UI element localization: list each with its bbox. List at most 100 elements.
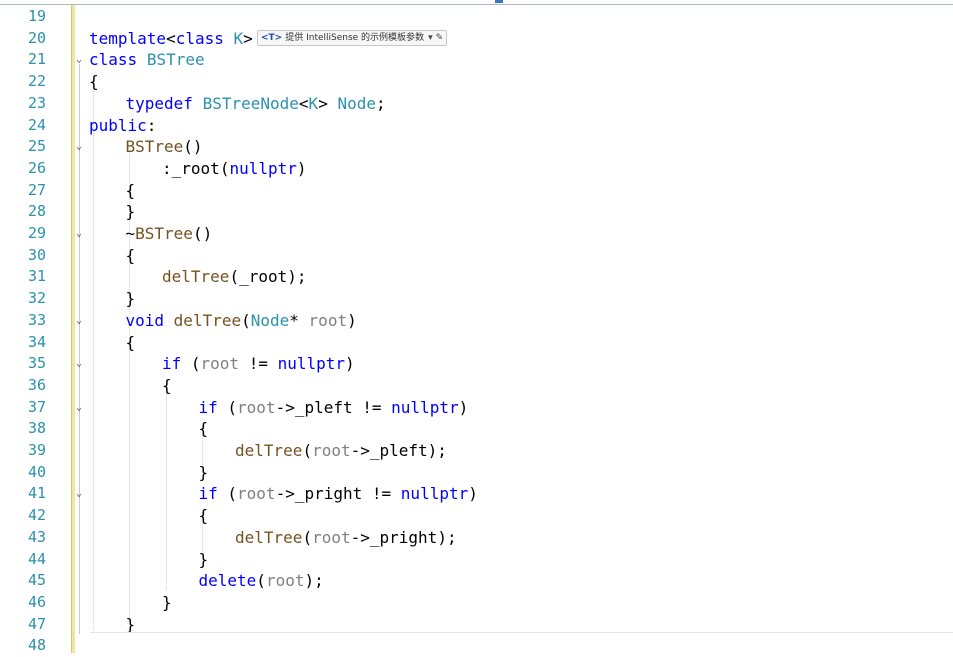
- code-line[interactable]: 28}: [0, 201, 953, 223]
- code-line[interactable]: 40}: [0, 462, 953, 484]
- code-line[interactable]: 22 {: [0, 71, 953, 93]
- code-line[interactable]: 44}: [0, 549, 953, 571]
- code-token-keyword: template: [89, 28, 167, 48]
- line-number: 41: [27, 484, 46, 503]
- pencil-icon[interactable]: ✎: [436, 33, 444, 43]
- code-line[interactable]: 42 {: [0, 505, 953, 527]
- code-text: {: [199, 505, 209, 527]
- code-line[interactable]: 33 ⌄ void delTree(Node* root): [0, 310, 953, 332]
- code-token-plain: ): [347, 310, 357, 330]
- code-text: BSTree(): [126, 136, 203, 158]
- code-line[interactable]: 30 {: [0, 245, 953, 267]
- fold-toggle-icon[interactable]: ⌄: [74, 397, 84, 419]
- line-number: 22: [27, 72, 46, 91]
- fold-toggle-icon[interactable]: ⌄: [74, 353, 84, 375]
- code-token-parameter: root: [237, 397, 276, 417]
- chevron-down-icon[interactable]: ▾: [428, 33, 433, 43]
- code-token-plain: {: [125, 245, 136, 265]
- code-token-keyword: delete: [198, 571, 257, 591]
- code-text: {: [126, 180, 136, 202]
- code-token-plain: }: [125, 202, 136, 222]
- code-token-plain: <: [298, 93, 309, 113]
- line-number: 24: [27, 115, 46, 134]
- code-text: {: [126, 245, 136, 267]
- code-token-type: Node: [250, 310, 290, 330]
- fold-toggle-icon[interactable]: ⌄: [74, 223, 84, 245]
- code-token-plain: {: [125, 180, 136, 200]
- code-text: template<class K>: [89, 28, 253, 50]
- code-token-plain: (: [229, 267, 240, 287]
- code-line[interactable]: 31 delTree(_root);: [0, 266, 953, 288]
- code-token-parameter: root: [237, 484, 276, 504]
- code-line[interactable]: 45 delete(root);: [0, 570, 953, 592]
- code-token-keyword: public: [89, 115, 147, 135]
- code-token-plain: ->: [350, 441, 370, 460]
- code-token-plain: :: [146, 115, 157, 135]
- line-number: 37: [27, 397, 46, 416]
- code-token-plain: !=: [362, 484, 401, 504]
- code-line[interactable]: 25 ⌄ BSTree(): [0, 136, 953, 158]
- code-line[interactable]: 29 ⌄ ~BSTree(): [0, 223, 953, 245]
- code-token-keyword: nullptr: [277, 354, 346, 374]
- code-line[interactable]: 36 {: [0, 375, 953, 397]
- code-token-plain: );: [287, 267, 307, 287]
- code-line[interactable]: 43 delTree(root->_pright);: [0, 527, 953, 549]
- code-token-plain: *: [289, 310, 309, 330]
- code-token-plain: );: [304, 571, 324, 591]
- code-token-plain: (: [256, 571, 266, 591]
- code-text: delTree(_root);: [162, 266, 307, 288]
- code-line[interactable]: 23 typedef BSTreeNode<K> Node;: [0, 93, 953, 115]
- code-token-plain: ->: [275, 397, 295, 417]
- line-number: 30: [27, 245, 46, 264]
- code-token-plain: <: [166, 28, 176, 48]
- code-text: }: [126, 288, 136, 310]
- code-text: delTree(root->_pleft);: [235, 440, 447, 462]
- intellisense-template-hint[interactable]: <T> 提供 IntelliSense 的示例模板参数 ▾ ✎: [257, 30, 448, 46]
- code-token-plain: ;: [375, 93, 386, 113]
- code-line[interactable]: 38 {: [0, 418, 953, 440]
- code-line[interactable]: 39 delTree(root->_pleft);: [0, 440, 953, 462]
- line-number: 25: [27, 137, 46, 156]
- code-line[interactable]: 27 {: [0, 180, 953, 202]
- editor-top-border: [0, 0, 953, 5]
- code-token-plain: >: [243, 28, 253, 48]
- line-number: 29: [27, 224, 46, 242]
- line-number: 38: [27, 419, 46, 438]
- code-token-plain: ): [468, 484, 478, 504]
- line-number: 39: [27, 441, 46, 459]
- code-token-plain: (: [302, 527, 313, 547]
- fold-toggle-icon[interactable]: ⌄: [74, 483, 84, 505]
- code-token-plain: (): [192, 224, 213, 243]
- code-line[interactable]: 48: [0, 635, 953, 657]
- fold-toggle-icon[interactable]: ⌄: [74, 49, 84, 71]
- code-line[interactable]: 24 public:: [0, 115, 953, 137]
- code-line[interactable]: 19: [0, 6, 953, 28]
- fold-toggle-icon[interactable]: ⌄: [74, 310, 84, 332]
- code-token-keyword: class: [175, 28, 224, 48]
- code-line[interactable]: 46}: [0, 592, 953, 614]
- line-number: 34: [27, 332, 46, 351]
- code-token-plain: ->: [275, 484, 295, 504]
- code-text: delete(root);: [199, 570, 324, 592]
- code-line[interactable]: 35 ⌄ if (root != nullptr): [0, 353, 953, 375]
- code-token-type: BSTreeNode: [202, 93, 299, 113]
- code-token-plain: ~: [125, 224, 136, 243]
- code-line[interactable]: 20 template<class K>: [0, 28, 953, 50]
- line-number: 27: [27, 180, 46, 199]
- code-token-function: delTree: [162, 267, 230, 287]
- code-token-function: delTree: [235, 441, 303, 460]
- code-text: {: [126, 332, 136, 354]
- hint-text: 提供 IntelliSense 的示例模板参数: [285, 33, 425, 43]
- code-line[interactable]: 21 ⌄ class BSTree: [0, 49, 953, 71]
- code-token-plain: {: [89, 72, 99, 92]
- code-token-type: K: [308, 93, 319, 113]
- code-line[interactable]: 41 ⌄ if (root->_pright != nullptr): [0, 483, 953, 505]
- code-line[interactable]: 34 {: [0, 332, 953, 354]
- code-line[interactable]: 26:_root(nullptr): [0, 158, 953, 180]
- code-token-parameter: root: [308, 310, 348, 330]
- code-line[interactable]: 37 ⌄ if (root->_pleft != nullptr): [0, 397, 953, 419]
- line-number: 35: [27, 354, 46, 373]
- fold-toggle-icon[interactable]: ⌄: [74, 136, 84, 158]
- code-line[interactable]: 32}: [0, 288, 953, 310]
